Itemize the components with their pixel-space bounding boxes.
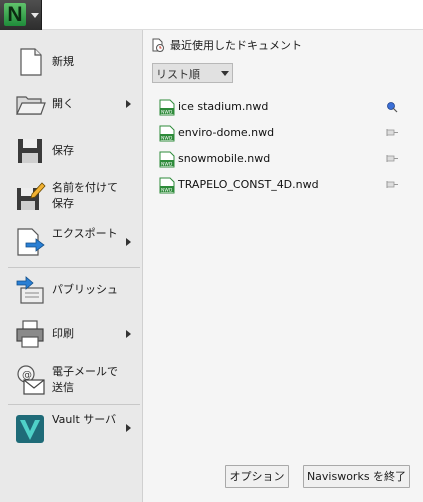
svg-text:NWD: NWD (161, 110, 173, 116)
chevron-down-icon (221, 71, 229, 76)
menu-item-label: エクスポート (52, 227, 118, 240)
submenu-arrow-icon (126, 424, 131, 432)
menu-item-export[interactable]: エクスポート (0, 222, 142, 262)
menu-item-label: 開く (52, 97, 74, 110)
open-folder-icon (16, 96, 46, 115)
menu-separator (8, 267, 140, 268)
unpinned-icon[interactable] (385, 153, 399, 165)
menu-item-label: 保存 (52, 144, 74, 157)
sort-order-select[interactable]: リスト順 (152, 63, 233, 83)
submenu-arrow-icon (126, 100, 131, 108)
export-icon (17, 228, 45, 256)
sort-order-value: リスト順 (156, 68, 200, 81)
email-icon: @ (17, 365, 45, 395)
nwd-file-icon: NWD (159, 151, 175, 168)
dropdown-arrow-icon (31, 13, 39, 18)
new-document-icon (20, 48, 42, 76)
menu-item-save[interactable]: 保存 (0, 133, 142, 169)
exit-navisworks-button[interactable]: Navisworks を終了 (303, 465, 410, 488)
menu-item-new[interactable]: 新規 (0, 44, 142, 80)
menu-item-open[interactable]: 開く (0, 86, 142, 122)
title-strip (0, 0, 423, 30)
unpinned-icon[interactable] (385, 127, 399, 139)
nwd-file-icon: NWD (159, 177, 175, 194)
nwd-file-icon: NWD (159, 99, 175, 116)
recent-file-name: ice stadium.nwd (178, 100, 269, 113)
printer-icon (16, 320, 44, 348)
recent-documents-header: 最近使用したドキュメント (151, 37, 302, 53)
menu-item-label: 名前を付けて保存 (52, 181, 118, 210)
vault-icon (16, 415, 44, 443)
menu-item-save-as[interactable]: 名前を付けて保存 (0, 176, 142, 216)
recent-file-item[interactable]: NWD ice stadium.nwd (159, 98, 405, 118)
recent-file-name: snowmobile.nwd (178, 152, 271, 165)
menu-item-label: パブリッシュ (52, 283, 118, 296)
recent-documents-title: 最近使用したドキュメント (170, 39, 302, 52)
navisworks-logo-icon: N (4, 3, 26, 26)
menu-item-label: 新規 (52, 55, 74, 68)
recent-documents-icon (152, 38, 164, 52)
application-menu-button[interactable]: N (0, 0, 42, 30)
recent-file-item[interactable]: NWD enviro-dome.nwd (159, 124, 405, 144)
options-button[interactable]: オプション (225, 465, 289, 488)
recent-documents-pane: 最近使用したドキュメント リスト順 NWD ice stadium.nwd NWD e… (143, 30, 423, 502)
menu-item-label: 印刷 (52, 327, 74, 340)
submenu-arrow-icon (126, 330, 131, 338)
recent-file-name: TRAPELO_CONST_4D.nwd (178, 178, 319, 191)
save-as-icon (17, 182, 46, 210)
floppy-disk-icon (18, 139, 42, 163)
svg-text:NWD: NWD (161, 162, 173, 168)
application-menu: 新規 開く 保存 名前を付けて保存 エクスポート パブリッシュ 印刷 @ 電子メ… (0, 30, 143, 502)
svg-text:NWD: NWD (161, 188, 173, 194)
menu-item-vault-server[interactable]: Vault サーバ (0, 408, 142, 450)
menu-item-print[interactable]: 印刷 (0, 316, 142, 352)
svg-text:@: @ (22, 370, 32, 381)
nwd-file-icon: NWD (159, 125, 175, 142)
svg-text:NWD: NWD (161, 136, 173, 142)
menu-item-label: Vault サーバ (52, 413, 117, 426)
recent-file-item[interactable]: NWD snowmobile.nwd (159, 150, 405, 170)
menu-separator (8, 404, 140, 405)
menu-item-email[interactable]: @ 電子メールで送信 (0, 360, 142, 400)
recent-file-item[interactable]: NWD TRAPELO_CONST_4D.nwd (159, 176, 405, 196)
unpinned-icon[interactable] (385, 179, 399, 191)
pinned-icon[interactable] (385, 101, 399, 113)
recent-file-name: enviro-dome.nwd (178, 126, 275, 139)
menu-item-label: 電子メールで送信 (52, 365, 118, 394)
publish-icon (16, 276, 44, 304)
menu-item-publish[interactable]: パブリッシュ (0, 272, 142, 308)
submenu-arrow-icon (126, 238, 131, 246)
